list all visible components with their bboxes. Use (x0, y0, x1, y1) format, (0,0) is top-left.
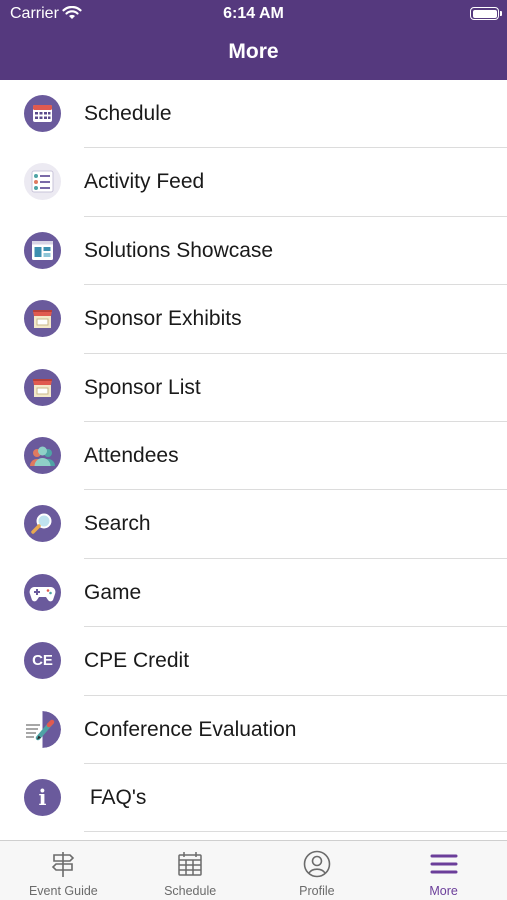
menu-item-faqs[interactable]: i FAQ's (0, 764, 507, 833)
menu-item-game[interactable]: Game (0, 559, 507, 628)
status-bar: Carrier 6:14 AM (0, 0, 507, 28)
ce-badge-icon: CE (24, 642, 61, 680)
booth-icon (24, 300, 61, 338)
menu-item-label: Game (84, 580, 142, 604)
tab-label: More (429, 884, 458, 898)
menu-item-label: Schedule (84, 102, 172, 125)
menu-item-label: FAQ's (84, 785, 147, 809)
battery-icon (470, 7, 502, 20)
ce-badge-text: CE (32, 652, 53, 670)
evaluation-icon (24, 710, 61, 748)
menu-item-attendees[interactable]: Attendees (0, 422, 507, 491)
tab-schedule[interactable]: Schedule (127, 841, 254, 900)
menu-item-activity-feed[interactable]: Activity Feed (0, 148, 507, 217)
tab-event-guide[interactable]: Event Guide (0, 841, 127, 900)
attendees-icon (24, 436, 61, 474)
menu-item-label: Sponsor Exhibits (84, 307, 242, 331)
tab-more[interactable]: More (380, 841, 507, 900)
menu-item-label: Sponsor List (84, 375, 201, 399)
info-icon-glyph: i (38, 784, 47, 810)
calendar-icon (178, 852, 202, 876)
showcase-icon (24, 231, 61, 269)
tab-profile[interactable]: Profile (254, 841, 381, 900)
menu-item-sponsor-list[interactable]: Sponsor List (0, 354, 507, 422)
header: Carrier 6:14 AM More (0, 0, 507, 80)
menu-item-label: Conference Evaluation (84, 717, 297, 741)
tab-label: Event Guide (28, 884, 98, 898)
menu-item-label: Search (84, 512, 151, 536)
menu-icon (430, 854, 458, 874)
menu-item-cpe-credit[interactable]: CE CPE Credit (0, 627, 507, 696)
tab-label: Profile (299, 884, 335, 898)
tab-bar: Event Guide Schedule Profile More (0, 840, 507, 900)
gamepad-icon (24, 573, 61, 611)
magnifier-icon (24, 505, 61, 543)
menu-item-schedule[interactable]: Schedule (0, 80, 507, 149)
profile-icon (303, 850, 331, 878)
more-menu-list: Schedule Activity Feed Solutions Showcas… (0, 80, 507, 840)
menu-item-label: Attendees (84, 443, 179, 467)
tab-label: Schedule (164, 884, 217, 898)
menu-item-conference-evaluation[interactable]: Conference Evaluation (0, 696, 507, 764)
status-time: 6:14 AM (223, 5, 284, 22)
calendar-icon (24, 95, 61, 132)
menu-item-label: CPE Credit (84, 649, 190, 673)
menu-item-solutions-showcase[interactable]: Solutions Showcase (0, 217, 507, 286)
menu-item-search[interactable]: Search (0, 490, 507, 559)
menu-item-sponsor-exhibits[interactable]: Sponsor Exhibits (0, 285, 507, 354)
booth-icon (24, 368, 61, 406)
activity-feed-icon (24, 163, 61, 201)
signpost-icon (52, 852, 75, 877)
menu-item-label: Solutions Showcase (84, 238, 274, 262)
divider (84, 831, 507, 833)
page-title: More (228, 40, 279, 63)
menu-item-label: Activity Feed (84, 170, 205, 194)
info-icon: i (24, 778, 61, 816)
